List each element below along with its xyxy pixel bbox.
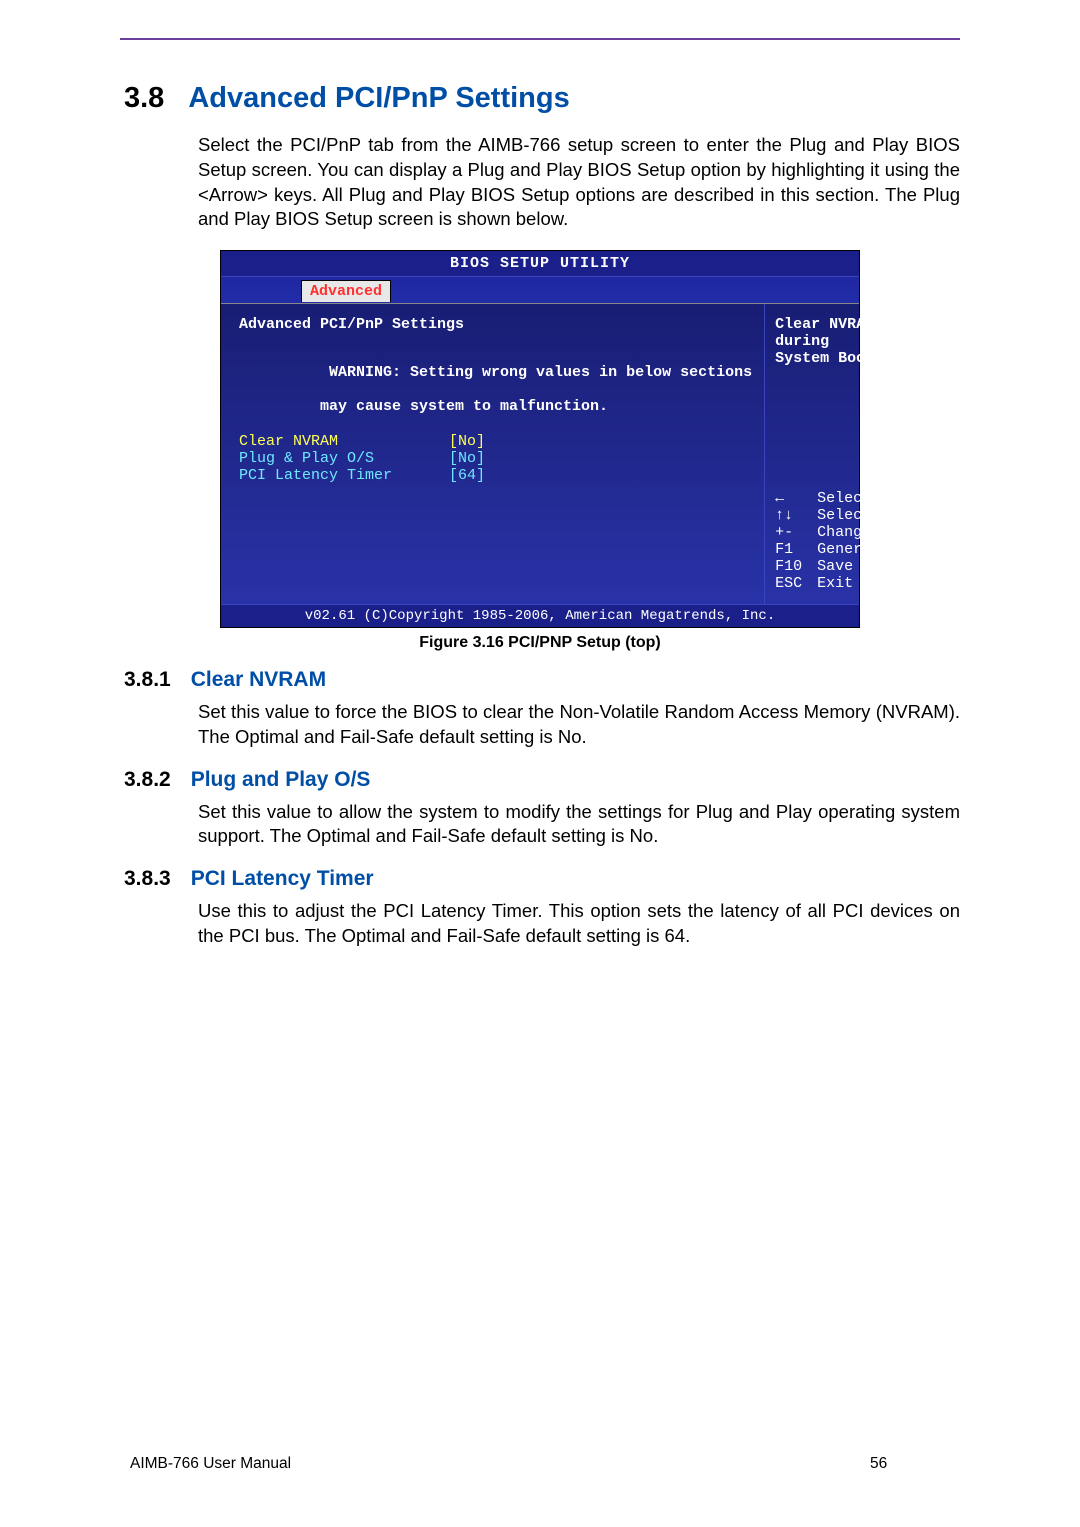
bios-right-panel: Clear NVRAM during System Boot. ← Select … — [765, 304, 944, 604]
bios-option-label: Plug & Play O/S — [239, 450, 449, 467]
bios-nav-row: +- Change Option — [775, 524, 934, 541]
bios-nav-row: ← Select Screen — [775, 490, 934, 507]
bios-warning: WARNING: Setting wrong values in below s… — [239, 347, 752, 398]
bios-nav-action: Change Option — [817, 524, 934, 541]
bios-nav-key: F1 — [775, 541, 809, 558]
section-heading: 3.8 Advanced PCI/PnP Settings — [124, 82, 960, 115]
bios-nav-key: ↑↓ — [775, 507, 809, 524]
bios-option-label: Clear NVRAM — [239, 433, 449, 450]
bios-warning-line1: Setting wrong values in below sections — [401, 364, 752, 381]
bios-tab-advanced[interactable]: Advanced — [301, 280, 391, 302]
bios-option-row[interactable]: Plug & Play O/S [No] — [239, 450, 752, 467]
section-number: 3.8 — [124, 82, 164, 115]
bios-option-row[interactable]: Clear NVRAM [No] — [239, 433, 752, 450]
subsection-text: Use this to adjust the PCI Latency Timer… — [198, 899, 960, 949]
bios-screen: BIOS SETUP UTILITY Advanced Advanced PCI… — [220, 250, 860, 628]
bios-titlebar: BIOS SETUP UTILITY — [221, 251, 859, 277]
subsection-heading: 3.8.1 Clear NVRAM — [124, 668, 960, 692]
bios-warning-line2: may cause system to malfunction. — [239, 398, 752, 415]
figure-caption: Figure 3.16 PCI/PNP Setup (top) — [120, 634, 960, 652]
bios-nav-row: F10 Save and Exit — [775, 558, 934, 575]
bios-warning-label: WARNING: — [329, 364, 401, 381]
subsection-number: 3.8.1 — [124, 668, 171, 692]
bios-option-row[interactable]: PCI Latency Timer [64] — [239, 467, 752, 484]
section-intro: Select the PCI/PnP tab from the AIMB-766… — [198, 133, 960, 232]
footer-manual-name: AIMB-766 User Manual — [130, 1455, 870, 1473]
footer-page-number: 56 — [870, 1455, 950, 1473]
bios-help-line: System Boot. — [775, 350, 934, 367]
subsection-title: Plug and Play O/S — [191, 768, 371, 792]
subsection-title: Clear NVRAM — [191, 668, 326, 692]
bios-nav-keys: ← Select Screen ↑↓ Select Item +- Change Op… — [775, 490, 934, 592]
bios-nav-action: General Help — [817, 541, 925, 558]
bios-nav-key: ESC — [775, 575, 809, 592]
bios-nav-key: +- — [775, 524, 809, 541]
bios-footer: v02.61 (C)Copyright 1985-2006, American … — [221, 604, 859, 627]
bios-tabs-row: Advanced — [221, 277, 859, 303]
section-title: Advanced PCI/PnP Settings — [188, 82, 569, 115]
page-footer: AIMB-766 User Manual 56 — [130, 1455, 950, 1473]
bios-option-label: PCI Latency Timer — [239, 467, 449, 484]
bios-left-panel: Advanced PCI/PnP Settings WARNING: Setti… — [221, 304, 765, 604]
subsection-title: PCI Latency Timer — [191, 867, 374, 891]
bios-nav-row: ESC Exit — [775, 575, 934, 592]
bios-option-value: [No] — [449, 450, 485, 467]
bios-figure: BIOS SETUP UTILITY Advanced Advanced PCI… — [120, 250, 960, 628]
bios-nav-key: F10 — [775, 558, 809, 575]
bios-help-text: Clear NVRAM during System Boot. — [775, 316, 934, 367]
bios-nav-key: ← — [775, 490, 809, 507]
subsection-number: 3.8.2 — [124, 768, 171, 792]
bios-option-value: [No] — [449, 433, 485, 450]
subsection-heading: 3.8.2 Plug and Play O/S — [124, 768, 960, 792]
bios-help-line: Clear NVRAM during — [775, 316, 934, 350]
bios-nav-row: F1 General Help — [775, 541, 934, 558]
bios-nav-row: ↑↓ Select Item — [775, 507, 934, 524]
subsection-heading: 3.8.3 PCI Latency Timer — [124, 867, 960, 891]
header-rule — [120, 38, 960, 40]
subsection-text: Set this value to force the BIOS to clea… — [198, 700, 960, 750]
subsection-text: Set this value to allow the system to mo… — [198, 800, 960, 850]
bios-nav-action: Select Screen — [817, 490, 934, 507]
bios-nav-action: Save and Exit — [817, 558, 934, 575]
bios-panel-title: Advanced PCI/PnP Settings — [239, 316, 752, 333]
bios-nav-action: Exit — [817, 575, 853, 592]
bios-nav-action: Select Item — [817, 507, 916, 524]
bios-option-value: [64] — [449, 467, 485, 484]
bios-body: Advanced PCI/PnP Settings WARNING: Setti… — [221, 303, 859, 604]
subsection-number: 3.8.3 — [124, 867, 171, 891]
